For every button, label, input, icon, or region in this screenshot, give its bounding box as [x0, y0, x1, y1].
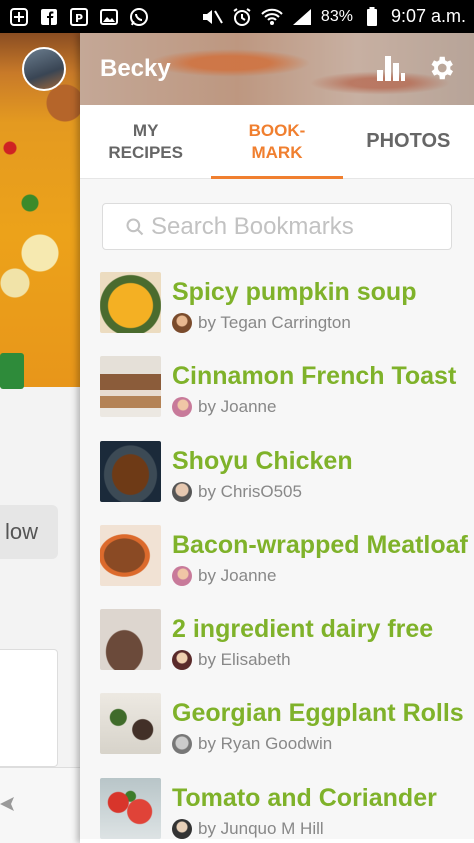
svg-text:P: P — [75, 12, 83, 25]
add-icon — [8, 6, 30, 28]
recipe-author: by ChrisO505 — [198, 481, 302, 501]
tab-photos[interactable]: PHOTOS — [343, 105, 474, 178]
wifi-icon — [261, 6, 283, 28]
recipe-thumbnail — [100, 609, 161, 671]
search-box[interactable] — [102, 203, 452, 250]
recipe-author: by Elisabeth — [198, 650, 291, 670]
gear-icon — [431, 56, 453, 80]
battery-percent: 83% — [320, 7, 353, 25]
recipe-thumbnail — [100, 272, 161, 333]
tab-photos-label: PHOTOS — [366, 130, 451, 152]
background-garnish — [0, 353, 24, 389]
background-follow-button[interactable]: low — [0, 505, 58, 559]
bookmark-list: Spicy pumpkin soup by Tegan Carrington C… — [80, 272, 474, 843]
settings-button[interactable] — [424, 51, 458, 85]
recipe-title: Cinnamon French Toast — [172, 362, 457, 391]
recipe-author: by Tegan Carrington — [198, 313, 351, 332]
author-avatar — [172, 565, 192, 586]
recipe-author: by Ryan Goodwin — [198, 734, 333, 754]
recipe-author: by Junquo M Hill — [198, 818, 324, 838]
recipe-title: Tomato and Coriander — [172, 783, 437, 812]
clock: 9:07 a.m. — [390, 6, 466, 26]
bar-chart-icon — [377, 56, 405, 81]
recipe-title: Bacon-wrapped Meatloaf — [172, 530, 468, 559]
tab-my-recipes[interactable]: MY RECIPES — [80, 105, 211, 178]
list-item[interactable]: 2 ingredient dairy free by Elisabeth — [80, 609, 474, 693]
recipe-title: Spicy pumpkin soup — [172, 278, 417, 306]
author-avatar — [172, 313, 192, 333]
search-input[interactable] — [151, 212, 451, 241]
list-item[interactable]: Shoyu Chicken by ChrisO505 — [80, 440, 474, 525]
background-recipe-page: low — [0, 33, 90, 843]
drawer-tabs: MY RECIPES BOOK- MARK PHOTOS — [80, 105, 474, 179]
whatsapp-icon — [128, 6, 150, 28]
tab-bookmark-label: BOOK- MARK — [248, 121, 306, 162]
list-item[interactable]: Bacon-wrapped Meatloaf by Joanne — [80, 524, 474, 609]
author-avatar — [172, 734, 192, 755]
mute-icon — [201, 6, 223, 28]
recipe-author: by Joanne — [198, 397, 277, 417]
author-avatar — [172, 481, 192, 502]
navigation-drawer: Becky MY RECIPES BOOK- MARK PHOTOS Spic — [80, 33, 474, 843]
tab-bookmark[interactable]: BOOK- MARK — [211, 105, 343, 179]
recipe-thumbnail — [100, 440, 161, 502]
recipe-thumbnail — [100, 524, 161, 586]
list-item[interactable]: Spicy pumpkin soup by Tegan Carrington — [80, 272, 474, 356]
tab-my-recipes-label: MY RECIPES — [108, 121, 183, 162]
author-avatar — [172, 818, 192, 839]
messenger-icon: P — [68, 6, 90, 28]
gallery-icon — [98, 6, 120, 28]
list-item[interactable]: Georgian Eggplant Rolls by Ryan Goodwin — [80, 693, 474, 777]
recipe-thumbnail — [100, 777, 161, 839]
list-item[interactable]: Cinnamon French Toast by Joanne — [80, 356, 474, 440]
signal-icon — [291, 6, 313, 28]
recipe-author: by Joanne — [198, 565, 277, 585]
recipe-title: 2 ingredient dairy free — [172, 615, 434, 644]
stats-button[interactable] — [374, 51, 408, 85]
recipe-thumbnail — [100, 356, 161, 418]
recipe-title: Georgian Eggplant Rolls — [172, 699, 464, 728]
battery-icon — [361, 6, 383, 28]
author-avatar — [172, 397, 192, 418]
bookmark-panel: Spicy pumpkin soup by Tegan Carrington C… — [80, 179, 474, 839]
facebook-icon — [38, 6, 60, 28]
search-icon — [126, 217, 144, 235]
background-comment-box[interactable] — [0, 649, 58, 767]
recipe-title: Shoyu Chicken — [172, 446, 353, 475]
list-item[interactable]: Tomato and Coriander by Junquo M Hill — [80, 777, 474, 843]
background-profile-avatar[interactable] — [22, 47, 66, 91]
author-avatar — [172, 650, 192, 671]
user-name[interactable]: Becky — [100, 55, 171, 83]
send-icon[interactable] — [0, 795, 16, 818]
status-bar: P 83% 9:07 a.m. — [0, 0, 474, 33]
drawer-header: Becky — [80, 33, 474, 105]
recipe-thumbnail — [100, 693, 161, 755]
alarm-icon — [231, 6, 253, 28]
